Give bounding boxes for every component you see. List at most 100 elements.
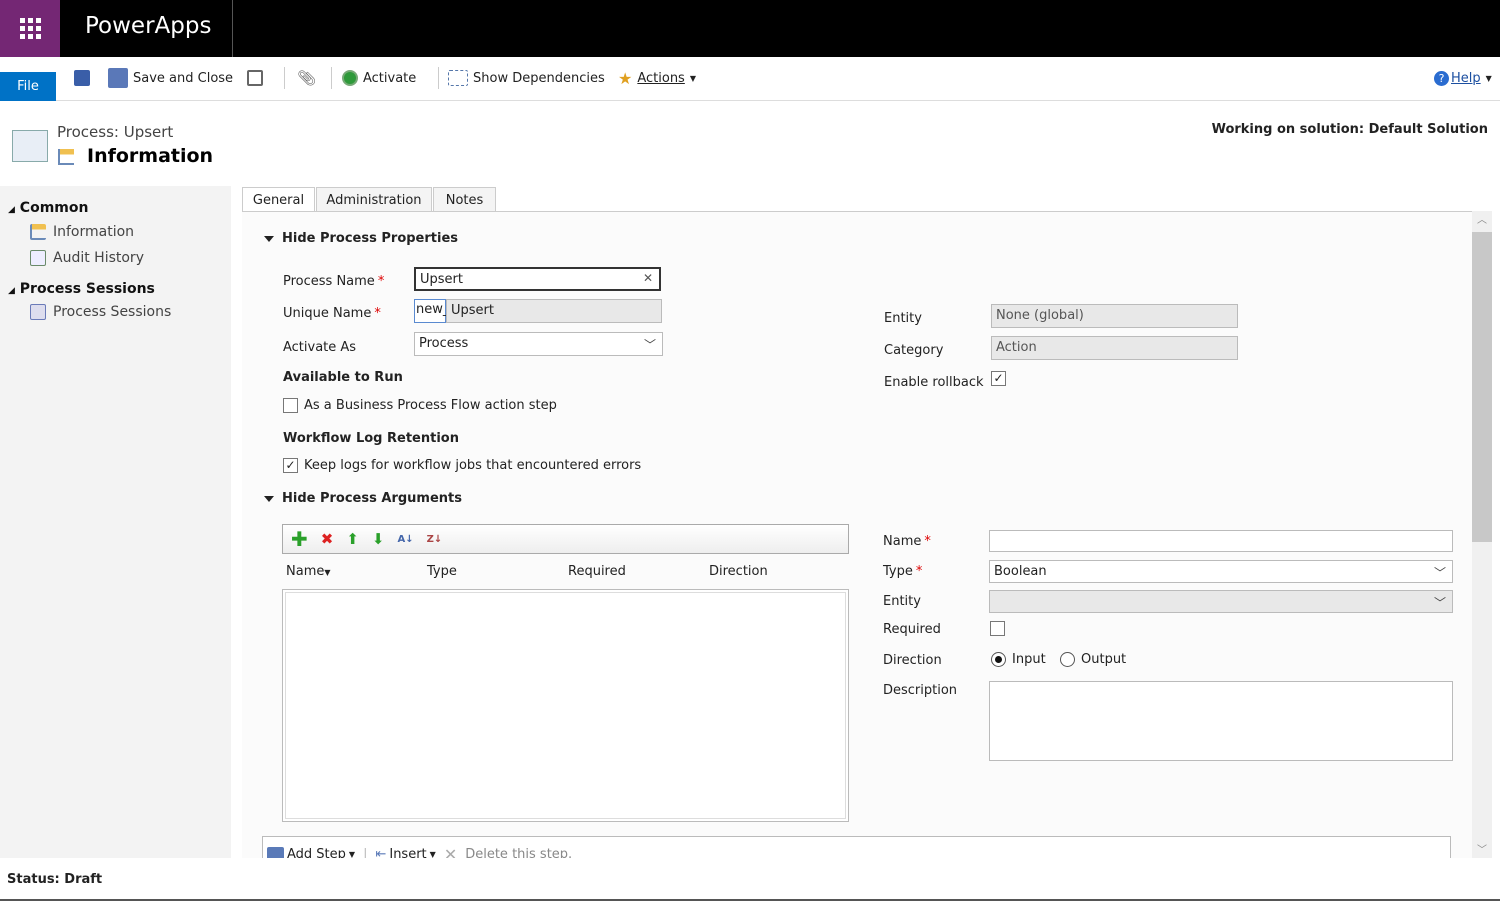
status-text: Status: Draft <box>7 872 103 887</box>
top-bar <box>0 0 1500 57</box>
arg-entity-select: ﹀ <box>989 590 1453 613</box>
arg-type-select[interactable]: Boolean ﹀ <box>989 560 1453 583</box>
hide-arguments-toggle[interactable]: Hide Process Arguments <box>264 491 462 506</box>
status-bar: Status: Draft <box>0 860 1500 901</box>
insert-button[interactable]: ⇤ Insert ▼ <box>375 847 435 859</box>
actions-label: Actions <box>637 70 685 86</box>
steps-toolbar: Add Step ▼ | ⇤ Insert ▼ ✕ Delete this step. <box>262 836 1451 858</box>
process-icon <box>58 149 74 165</box>
tab-administration[interactable]: Administration <box>316 187 432 212</box>
show-dependencies-button[interactable]: Show Dependencies <box>448 68 605 88</box>
move-down-icon[interactable]: ⬇ <box>372 530 385 548</box>
move-up-icon[interactable]: ⬆ <box>346 530 359 548</box>
item-label: Process Sessions <box>53 304 172 320</box>
column-required[interactable]: Required <box>568 564 626 579</box>
scroll-up-icon[interactable]: ︿ <box>1472 211 1492 226</box>
add-step-button[interactable]: Add Step ▼ <box>267 847 355 858</box>
solution-label: Working on solution: Default Solution <box>1211 122 1488 137</box>
help-menu[interactable]: ? Help ▼ <box>1434 68 1492 88</box>
page-title: Information <box>87 145 214 167</box>
save-button[interactable] <box>74 68 90 88</box>
delete-icon: ✕ <box>443 844 458 859</box>
paperclip-icon: 📎︎ <box>297 69 317 87</box>
sidebar-item-audit-history[interactable]: Audit History <box>30 250 144 266</box>
clear-icon[interactable]: ✕ <box>643 271 653 285</box>
process-name-label: Process Name * <box>283 274 385 289</box>
direction-output-label: Output <box>1081 652 1127 667</box>
print-button[interactable] <box>247 68 263 88</box>
activate-as-select[interactable]: Process ﹀ <box>414 332 663 356</box>
tab-notes[interactable]: Notes <box>433 187 496 212</box>
delete-icon[interactable]: ✖ <box>321 530 334 548</box>
category-label: Category <box>884 343 944 358</box>
hide-properties-toggle[interactable]: Hide Process Properties <box>264 231 458 246</box>
rollback-checkbox[interactable]: ✓ <box>991 371 1006 386</box>
divider <box>438 67 439 89</box>
unique-name-prefix: new_ <box>414 299 449 323</box>
sidebar-section-common[interactable]: ◢ Common <box>8 200 88 216</box>
unique-name-input[interactable]: Upsert <box>446 299 662 323</box>
column-direction[interactable]: Direction <box>709 564 768 579</box>
divider <box>331 67 332 89</box>
direction-output-radio[interactable] <box>1060 652 1075 667</box>
attach-button[interactable]: 📎︎ <box>297 68 316 88</box>
help-icon: ? <box>1434 70 1449 86</box>
waffle-icon <box>19 18 41 39</box>
add-icon[interactable]: ✚ <box>291 527 308 551</box>
section-title: Hide Process Arguments <box>282 491 462 506</box>
arg-entity-label: Entity <box>883 594 921 609</box>
caret-down-icon: ▼ <box>1485 73 1492 83</box>
direction-input-radio[interactable] <box>991 652 1006 667</box>
process-entity-icon <box>12 130 48 162</box>
save-icon <box>74 70 90 86</box>
sidebar-section-process-sessions[interactable]: ◢ Process Sessions <box>8 281 155 297</box>
activate-icon <box>342 70 358 86</box>
arg-type-label: Type * <box>883 564 923 579</box>
scroll-down-icon[interactable]: ﹀ <box>1472 841 1492 856</box>
tab-general[interactable]: General <box>242 187 315 213</box>
bpf-checkbox[interactable] <box>283 398 298 413</box>
column-type[interactable]: Type <box>427 564 457 579</box>
audit-icon <box>30 250 46 266</box>
app-launcher-button[interactable] <box>0 0 60 57</box>
sort-descending-icon[interactable]: Z↓ <box>427 534 443 545</box>
log-retention-heading: Workflow Log Retention <box>283 431 459 446</box>
divider <box>284 67 285 89</box>
activate-label: Activate <box>363 70 417 86</box>
item-label: Audit History <box>53 250 144 266</box>
caret-down-icon: ▼ <box>689 73 696 83</box>
form-body: Hide Process Properties Process Name * Up… <box>242 211 1472 858</box>
section-label: Process Sessions <box>19 281 155 297</box>
dependencies-icon <box>448 70 468 86</box>
rollback-label: Enable rollback <box>884 375 984 390</box>
arg-direction-label: Direction <box>883 653 942 668</box>
entity-label: Entity <box>884 311 922 326</box>
arg-name-input[interactable] <box>989 530 1453 552</box>
arg-required-checkbox[interactable] <box>990 621 1005 636</box>
save-and-close-button[interactable]: Save and Close <box>108 68 233 88</box>
entity-field: None (global) <box>991 304 1238 328</box>
sidebar-item-information[interactable]: Information <box>30 224 134 240</box>
arg-description-input[interactable] <box>989 681 1453 761</box>
sidebar: ◢ Common Information Audit History ◢ Pro… <box>0 186 231 858</box>
column-name[interactable]: Name▼ <box>286 564 331 579</box>
insert-icon: ⇤ <box>375 846 387 859</box>
delete-step-button[interactable]: ✕ Delete this step. <box>444 845 572 859</box>
show-dependencies-label: Show Dependencies <box>473 70 605 86</box>
record-type-label: Process: Upsert <box>57 123 174 141</box>
save-close-label: Save and Close <box>133 70 234 86</box>
arguments-list[interactable] <box>282 589 849 822</box>
keep-logs-checkbox[interactable]: ✓ <box>283 458 298 473</box>
save-close-icon <box>108 68 128 88</box>
sidebar-item-process-sessions[interactable]: Process Sessions <box>30 304 171 320</box>
process-name-input[interactable]: Upsert ✕ <box>414 267 661 291</box>
file-button[interactable]: File <box>0 72 56 101</box>
actions-icon: ★ <box>618 68 633 88</box>
print-icon <box>247 70 263 86</box>
sort-ascending-icon[interactable]: A↓ <box>398 534 414 545</box>
actions-menu[interactable]: ★ Actions ▼ <box>618 68 696 88</box>
app-name: PowerApps <box>85 13 212 39</box>
item-label: Information <box>53 224 135 240</box>
activate-button[interactable]: Activate <box>342 68 416 88</box>
scrollbar-thumb[interactable] <box>1472 232 1492 542</box>
